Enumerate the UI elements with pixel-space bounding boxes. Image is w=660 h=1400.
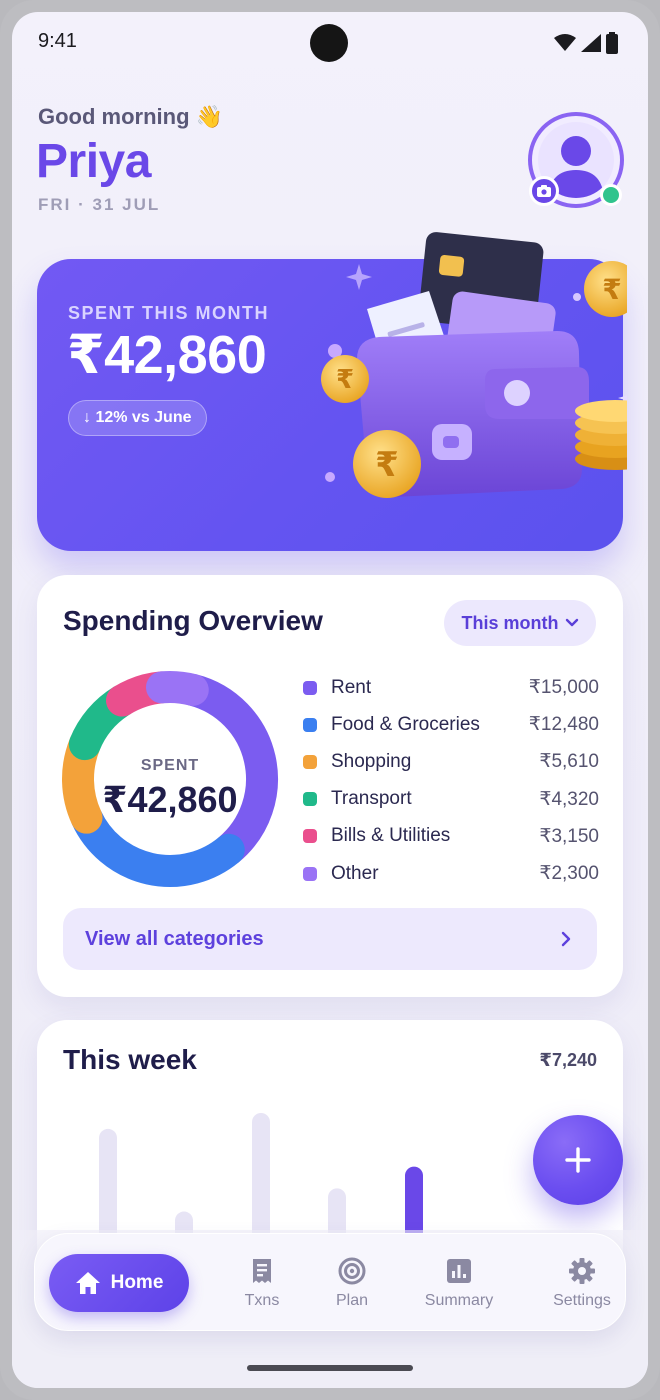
nav-label-settings: Settings [553, 1292, 611, 1309]
svg-text:₹: ₹ [602, 273, 621, 306]
trend-badge: ↓ 12% vs June [68, 400, 207, 436]
category-legend: Rent ₹15,000 Food & Groceries ₹12,480 Shoppi… [303, 669, 599, 892]
chevron-right-icon [561, 931, 571, 947]
gear-icon [569, 1258, 595, 1284]
front-camera [310, 24, 348, 62]
bar-chart-icon [447, 1259, 471, 1283]
legend-item: Shopping ₹5,610 [303, 743, 599, 780]
target-icon [338, 1257, 366, 1285]
legend-color-dot [303, 754, 317, 769]
legend-item: Bills & Utilities ₹3,150 [303, 818, 599, 855]
donut-segment [145, 671, 209, 706]
legend-category-amount: ₹5,610 [539, 751, 599, 773]
legend-category-name: Bills & Utilities [331, 825, 451, 847]
greeting-text: Good morning 👋 [38, 104, 224, 129]
legend-item: Transport ₹4,320 [303, 781, 599, 818]
add-transaction-button[interactable] [533, 1115, 623, 1205]
battery-icon [606, 32, 618, 54]
hero-amount: ₹42,860 [67, 325, 267, 385]
bottom-navigation: Home Txns Plan Summary Settings [34, 1233, 626, 1331]
nav-item-home[interactable]: Home [49, 1254, 189, 1312]
spending-overview-card: Spending Overview This month SPENT ₹42,8… [37, 575, 623, 997]
legend-category-amount: ₹12,480 [528, 714, 599, 736]
legend-category-name: Rent [331, 676, 372, 698]
svg-text:₹: ₹ [375, 445, 399, 485]
legend-category-name: Other [331, 862, 379, 884]
chevron-down-icon [565, 618, 578, 627]
monthly-spend-card[interactable]: SPENT THIS MONTH ₹42,860 ↓ 12% vs June ₹… [37, 232, 627, 551]
legend-color-dot [303, 792, 317, 807]
user-name: Priya [36, 135, 151, 188]
receipt-icon [253, 1259, 271, 1283]
overview-title: Spending Overview [63, 605, 323, 636]
online-status-dot [600, 184, 622, 206]
status-icons [554, 32, 618, 54]
signal-icon [581, 34, 601, 52]
wallet-illustration: ₹ ₹ ₹ [321, 232, 627, 498]
nav-item-txns[interactable]: Txns [212, 1256, 312, 1310]
legend-color-dot [303, 866, 317, 881]
donut-segment [70, 801, 245, 887]
legend-item: Rent ₹15,000 [303, 669, 599, 706]
legend-category-amount: ₹15,000 [528, 677, 599, 699]
legend-color-dot [303, 829, 317, 844]
legend-color-dot [303, 717, 317, 732]
nav-item-summary[interactable]: Summary [409, 1256, 509, 1310]
legend-category-amount: ₹2,300 [539, 863, 599, 885]
donut-label: SPENT [140, 757, 200, 774]
period-label: This month [461, 612, 559, 633]
status-time: 9:41 [38, 30, 77, 52]
legend-item: Food & Groceries ₹12,480 [303, 706, 599, 743]
legend-category-amount: ₹4,320 [539, 788, 599, 810]
app-screen: 9:41 Good morning 👋 Priya FRI · 31 JUL S… [12, 12, 648, 1388]
plus-icon [565, 1147, 591, 1173]
camera-icon[interactable] [529, 176, 559, 206]
nav-label-txns: Txns [244, 1292, 280, 1309]
home-indicator [247, 1365, 413, 1371]
view-all-categories-button[interactable]: View all categories [63, 908, 597, 970]
legend-category-name: Transport [331, 788, 412, 810]
nav-label-summary: Summary [424, 1292, 494, 1309]
nav-item-plan[interactable]: Plan [302, 1256, 402, 1310]
legend-category-name: Food & Groceries [331, 713, 480, 735]
donut-amount: ₹42,860 [102, 779, 238, 820]
legend-category-name: Shopping [331, 750, 412, 772]
svg-text:₹: ₹ [336, 365, 354, 395]
legend-color-dot [303, 680, 317, 695]
legend-item: Other ₹2,300 [303, 855, 599, 892]
view-all-label: View all categories [85, 927, 264, 950]
nav-label-plan: Plan [335, 1292, 369, 1309]
period-dropdown[interactable]: This month [444, 600, 596, 646]
wifi-icon [554, 34, 576, 51]
nav-item-settings[interactable]: Settings [532, 1256, 632, 1310]
legend-category-amount: ₹3,150 [539, 825, 599, 847]
hero-label: SPENT THIS MONTH [68, 303, 270, 323]
home-icon [75, 1272, 100, 1294]
trend-text: ↓ 12% vs June [83, 409, 192, 426]
date-text: FRI · 31 JUL [38, 195, 161, 214]
device-frame: 9:41 Good morning 👋 Priya FRI · 31 JUL S… [0, 0, 660, 1400]
nav-label-home: Home [110, 1272, 164, 1293]
